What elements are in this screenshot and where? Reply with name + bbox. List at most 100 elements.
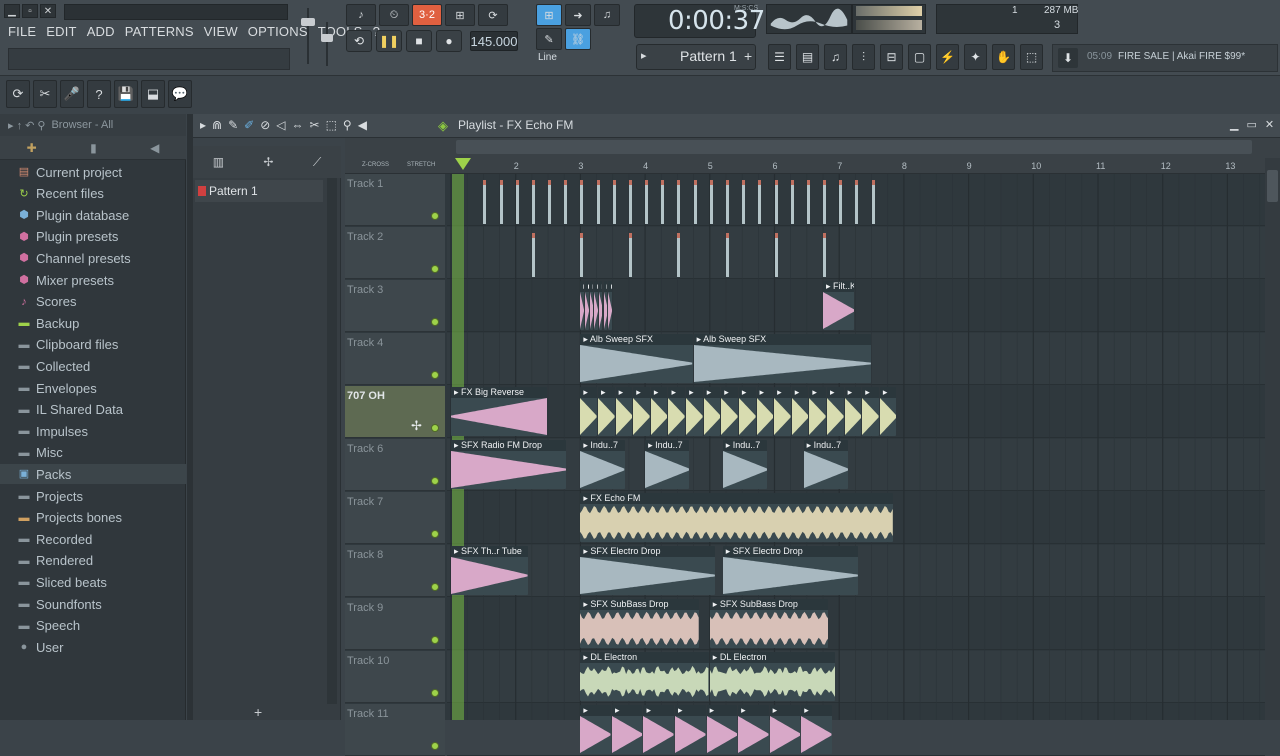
snap-select[interactable]: Line [538, 52, 557, 63]
track-header[interactable]: Track 2 [345, 227, 445, 279]
playlist-clip[interactable]: ▸ Filt.. [594, 281, 598, 330]
browser-item-user[interactable]: ● User [0, 637, 186, 657]
playlist-clip[interactable]: ▸ Alb Sweep SFX [693, 334, 871, 383]
track-header[interactable]: 707 OH ✢ [345, 386, 445, 438]
playlist-clip[interactable]: ▸ [879, 387, 897, 436]
audio-hit[interactable] [758, 180, 762, 224]
pencil-icon[interactable]: ✎ [536, 28, 562, 50]
playlist-maximize-icon[interactable]: ▭ [1246, 118, 1256, 131]
playlist-clip[interactable]: ▸ [774, 387, 791, 436]
browser-item-current-project[interactable]: ▤ Current project [0, 162, 186, 182]
playlist-clip[interactable]: ▸ [809, 387, 826, 436]
stop-button[interactable]: ■ [406, 30, 432, 52]
playlist-clip[interactable]: ▸ [862, 387, 879, 436]
wait-input-icon[interactable]: ⏲ [379, 4, 409, 26]
mic-icon[interactable]: 🎤 [60, 80, 84, 108]
cut-icon[interactable]: ✂ [33, 80, 57, 108]
master-pitch-slider[interactable] [320, 20, 334, 68]
browser-item-sliced-beats[interactable]: ▬ Sliced beats [0, 572, 186, 592]
paint-icon[interactable]: ✐ [244, 118, 254, 132]
browser-item-backup[interactable]: ▬ Backup [0, 313, 186, 333]
vertical-scroll-thumb[interactable] [1267, 170, 1278, 202]
playlist-clip[interactable]: ▸ SFX SubBass Drop [580, 599, 700, 648]
track-mute-led[interactable] [431, 318, 439, 326]
audio-hit[interactable] [709, 180, 713, 224]
playlist-clip[interactable]: ▸ Indu..7 [803, 440, 848, 489]
chat-icon[interactable]: 💬 [168, 80, 192, 108]
pattern-item[interactable]: Pattern 1 [195, 180, 323, 202]
playlist-clip[interactable]: ▸ Filt.. [589, 281, 594, 330]
audio-hit[interactable] [564, 180, 568, 224]
playlist-clip[interactable]: ▸ [756, 387, 774, 436]
audio-clip-icon[interactable]: ✢ [263, 155, 273, 169]
save-icon[interactable]: 💾 [114, 80, 138, 108]
audio-hit[interactable] [531, 180, 535, 224]
browser-item-soundfonts[interactable]: ▬ Soundfonts [0, 594, 186, 614]
help-icon[interactable]: ? [87, 80, 111, 108]
playlist-clip[interactable]: ▸ Filt..Kick [823, 281, 855, 330]
playlist-clip[interactable]: ▸ [826, 387, 844, 436]
channel-rack-icon[interactable]: ▤ [796, 44, 819, 70]
browser-item-plugin-presets[interactable]: ⬢ Plugin presets [0, 227, 186, 247]
track-header[interactable]: Track 8 [345, 545, 445, 597]
browser-item-channel-presets[interactable]: ⬢ Channel presets [0, 248, 186, 268]
playlist-clip[interactable]: ▸ Filt.. [580, 281, 584, 330]
metronome-icon[interactable]: ♪ [346, 4, 376, 26]
touch-icon[interactable]: ✋ [992, 44, 1015, 70]
mixer-icon[interactable]: ⫶ [852, 44, 875, 70]
track-header[interactable]: Track 11 [345, 704, 445, 756]
playlist-clip[interactable]: ▸ FX Big Reverse [451, 387, 548, 436]
minimize-button[interactable]: ▁ [4, 4, 20, 18]
track-mute-led[interactable] [431, 265, 439, 273]
playlist-clip[interactable]: ▸ [738, 705, 769, 754]
browser-icon[interactable]: ⊟ [880, 44, 903, 70]
playlist-clip[interactable]: ▸ Filt.. [603, 281, 608, 330]
menu-patterns[interactable]: PATTERNS [125, 24, 194, 39]
piano-icon[interactable]: ▥ [213, 155, 224, 169]
menu-add[interactable]: ADD [87, 24, 115, 39]
audio-hit[interactable] [725, 180, 729, 224]
audio-hit[interactable] [661, 180, 665, 224]
track-mute-led[interactable] [431, 477, 439, 485]
audio-hit[interactable] [839, 180, 843, 224]
playlist-clip[interactable]: ▸ Filt.. [598, 281, 603, 330]
pattern-scrollbar[interactable] [327, 178, 337, 704]
audio-hit[interactable] [645, 180, 649, 224]
pause-button[interactable]: ❚❚ [376, 30, 402, 52]
playlist-clip[interactable]: ▸ [611, 705, 643, 754]
pattern-prev-icon[interactable]: ▸ [641, 49, 647, 62]
draw-icon[interactable]: ✎ [228, 118, 238, 132]
speaker-icon[interactable]: ◀ [150, 141, 159, 155]
output-icon[interactable]: ⬚ [1020, 44, 1043, 70]
browser-item-scores[interactable]: ♪ Scores [0, 292, 186, 312]
playlist-clip[interactable]: ▸ [801, 705, 832, 754]
mute-icon[interactable]: ◁ [276, 118, 285, 132]
menu-edit[interactable]: EDIT [46, 24, 76, 39]
browser-item-projects-bones[interactable]: ▬ Projects bones [0, 508, 186, 528]
render-icon[interactable]: ⬓ [141, 80, 165, 108]
playlist-clip[interactable]: ▸ [580, 387, 597, 436]
slip-icon[interactable]: ⇔ [292, 118, 304, 132]
audio-hit[interactable] [483, 180, 487, 224]
playlist-clip[interactable]: ▸ DL Electron [709, 652, 835, 701]
playlist-clip[interactable]: ▸ SFX Th..r Tube [451, 546, 528, 595]
playlist-clip[interactable]: ▸ [844, 387, 862, 436]
download-icon[interactable]: ⬇ [1058, 48, 1078, 68]
playlist-clip[interactable]: ▸ Indu..7 [645, 440, 690, 489]
browser-item-clipboard-files[interactable]: ▬ Clipboard files [0, 335, 186, 355]
browser-item-packs[interactable]: ▣ Packs [0, 464, 186, 485]
playlist-clip[interactable]: ▸ [598, 387, 615, 436]
playlist-icon[interactable]: ☰ [768, 44, 791, 70]
add-pattern-button[interactable]: + [254, 704, 262, 720]
audio-hit[interactable] [612, 180, 616, 224]
audio-hit[interactable] [823, 233, 827, 277]
refresh-icon[interactable]: ⟳ [6, 80, 30, 108]
close-button[interactable]: ✕ [40, 4, 56, 18]
menu-file[interactable]: FILE [8, 24, 36, 39]
menu-options[interactable]: OPTIONS [248, 24, 308, 39]
playlist-clip[interactable]: ▸ SFX SubBass Drop [709, 599, 829, 648]
playlist-close-icon[interactable]: ✕ [1265, 118, 1274, 131]
playlist-clip[interactable]: ▸ [668, 387, 686, 436]
audio-hit[interactable] [515, 180, 519, 224]
track-mute-led[interactable] [431, 530, 439, 538]
